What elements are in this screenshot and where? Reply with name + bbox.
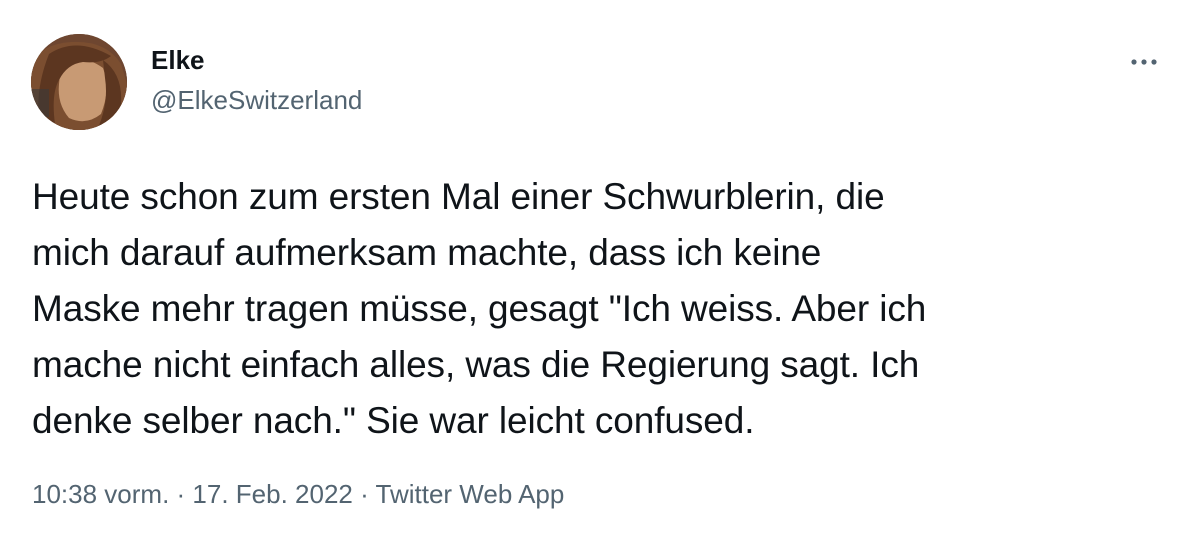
tweet-time[interactable]: 10:38 vorm. (32, 479, 169, 509)
tweet-card: Elke @ElkeSwitzerland Heute schon zum er… (0, 0, 1192, 544)
author-name[interactable]: Elke (151, 44, 205, 76)
tweet-source[interactable]: Twitter Web App (376, 479, 565, 509)
tweet-meta: 10:38 vorm. · 17. Feb. 2022 · Twitter We… (32, 476, 564, 512)
tweet-date[interactable]: 17. Feb. 2022 (192, 479, 352, 509)
more-options-button[interactable] (1124, 48, 1164, 76)
meta-separator: · (169, 479, 193, 509)
meta-separator: · (352, 479, 376, 509)
tweet-text: Heute schon zum ersten Mal einer Schwurb… (32, 176, 927, 441)
more-horizontal-icon (1131, 59, 1157, 65)
author-handle[interactable]: @ElkeSwitzerland (151, 84, 362, 116)
avatar[interactable] (31, 34, 127, 130)
